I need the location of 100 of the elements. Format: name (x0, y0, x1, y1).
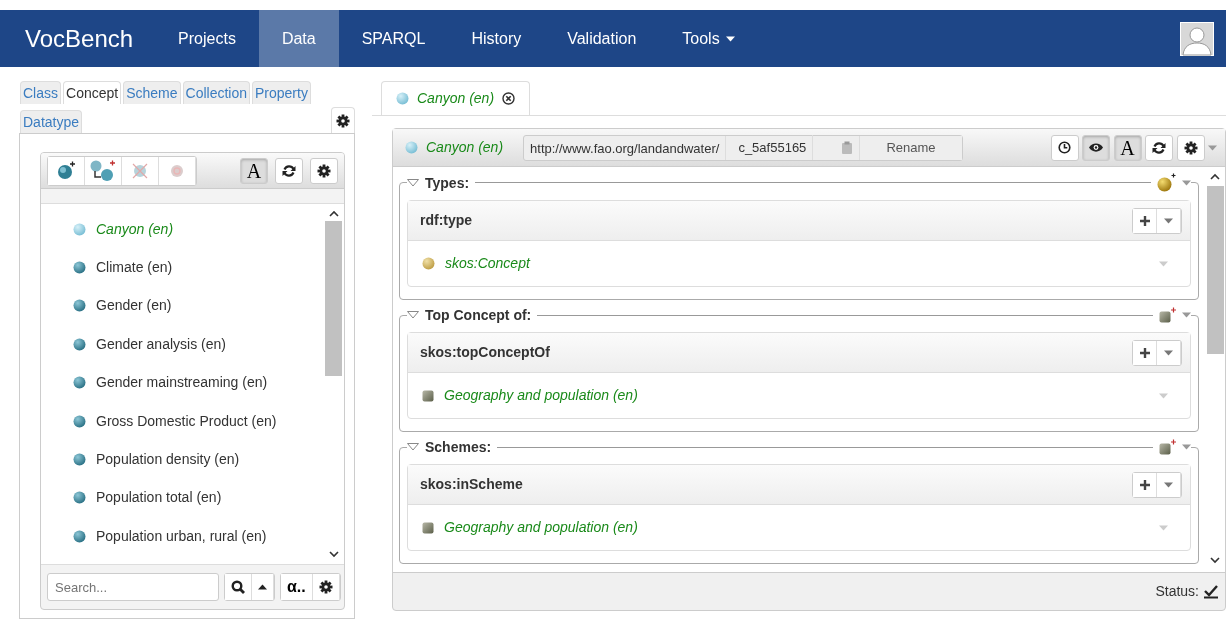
status-label: Status: (1155, 582, 1199, 601)
caret-icon (1182, 179, 1191, 186)
scheme-icon (422, 389, 434, 402)
refresh-button[interactable] (275, 157, 303, 184)
nav-tab[interactable]: History (448, 10, 545, 67)
caret-icon (1182, 312, 1191, 318)
property-name: skos:topConceptOf (420, 343, 550, 362)
nav-tab[interactable]: Tools (659, 10, 758, 67)
settings-tab[interactable] (331, 107, 355, 133)
caret-icon (1164, 481, 1173, 488)
tree-item[interactable]: Population density (en) (73, 440, 323, 479)
add-class-icon[interactable] (1157, 173, 1176, 192)
concept-icon (73, 337, 86, 351)
language-toggle[interactable]: A (240, 157, 268, 184)
nav-tab[interactable]: SPARQL (338, 10, 449, 67)
value-label: Geography and population (en) (444, 386, 638, 405)
search-field[interactable]: Search... (47, 573, 219, 601)
avatar-icon[interactable] (1180, 21, 1214, 56)
panel-tab[interactable]: Collection (182, 81, 250, 104)
tree-item[interactable]: Climate (en) (73, 248, 323, 287)
delete-concept-icon (131, 161, 149, 180)
inferred-toggle[interactable] (1082, 134, 1110, 161)
refresh-icon (282, 163, 296, 178)
add-concept-icon (56, 161, 76, 180)
collapse-icon (407, 443, 419, 451)
scroll-down-icon (1210, 557, 1220, 564)
property-name: rdf:type (420, 211, 473, 230)
add-scheme-icon[interactable] (1159, 306, 1176, 324)
nav-tab[interactable]: Validation (544, 10, 660, 67)
deprecate-icon (170, 163, 184, 178)
collapse-icon (407, 311, 419, 319)
refresh-button[interactable] (1145, 134, 1173, 161)
status-check-icon (1203, 584, 1219, 599)
concept-icon (73, 299, 86, 313)
scroll-down-icon (328, 551, 339, 558)
scroll-up-icon (1210, 173, 1220, 180)
caret-icon (1159, 524, 1168, 531)
tree-item[interactable]: Canyon (en) (73, 210, 323, 249)
caret-icon (1164, 349, 1173, 356)
panel-tab[interactable]: Datatype (20, 110, 83, 133)
add-value-button[interactable] (1133, 208, 1157, 233)
concept-icon (73, 261, 86, 275)
concept-icon (73, 453, 86, 467)
settings-button[interactable] (1176, 134, 1205, 161)
nav-tab[interactable]: Projects (155, 10, 259, 67)
settings-button[interactable] (310, 157, 338, 184)
value-label: skos:Concept (445, 254, 530, 273)
section-title: Schemes: (425, 438, 492, 456)
language-toggle[interactable]: A (1113, 134, 1142, 161)
add-narrower-icon (90, 159, 116, 182)
concept-icon (73, 222, 86, 236)
concept-icon (73, 529, 86, 543)
search-button[interactable] (225, 574, 252, 600)
settings-icon (336, 114, 350, 129)
clock-icon (1058, 141, 1071, 154)
uri-field[interactable]: http://www.fao.org/landandwater/ c_5af55165 Rename (523, 134, 963, 161)
scroll-up-icon (328, 210, 339, 217)
history-button[interactable] (1050, 134, 1079, 161)
property-name: skos:inScheme (420, 475, 523, 494)
eye-icon (1088, 142, 1104, 153)
plus-icon (1138, 346, 1151, 359)
caret-icon (1182, 444, 1191, 450)
settings-icon (1183, 140, 1198, 155)
caret-icon (1159, 260, 1168, 267)
tree-item[interactable]: Gender mainstreaming (en) (73, 363, 323, 402)
sort-button[interactable]: α.. (281, 574, 313, 600)
concept-icon (73, 414, 86, 428)
concept-icon (73, 491, 86, 505)
concept-icon (73, 376, 86, 390)
panel-tab[interactable]: Scheme (123, 81, 181, 104)
editor-tab[interactable]: Canyon (en) (381, 81, 531, 115)
panel-tab[interactable]: Class (20, 81, 61, 104)
section-title: Top Concept of: (425, 306, 532, 324)
add-value-button[interactable] (1133, 340, 1157, 365)
toolbar-button[interactable] (48, 156, 85, 185)
search-icon (231, 580, 245, 594)
collapse-icon (407, 178, 419, 187)
tree-item[interactable]: Gender analysis (en) (73, 325, 323, 364)
section-title: Types: (425, 173, 470, 192)
settings-icon (318, 580, 333, 594)
value-label: Geography and population (en) (444, 518, 638, 537)
caret-icon (1208, 144, 1217, 151)
clipboard-icon (841, 140, 854, 155)
scheme-icon (422, 521, 434, 534)
tree-item[interactable]: Population total (en) (73, 478, 323, 518)
plus-icon (1138, 214, 1151, 227)
plus-icon (1138, 478, 1151, 491)
close-icon (502, 92, 516, 105)
nav-tab[interactable]: Data (258, 10, 339, 67)
tree-item[interactable]: Population urban, rural (en) (73, 517, 323, 556)
add-value-button[interactable] (1133, 472, 1157, 497)
tree-item[interactable]: Gender (en) (73, 286, 323, 326)
tree-item[interactable]: Gross Domestic Product (en) (73, 401, 323, 441)
caret-icon (1159, 392, 1168, 399)
app-logo: VocBench (25, 23, 134, 54)
add-scheme-icon[interactable] (1159, 438, 1176, 456)
local-name: c_5af55165 (732, 134, 814, 161)
panel-tab[interactable]: Property (252, 81, 311, 104)
caret-up-icon (258, 584, 267, 590)
panel-tab[interactable]: Concept (63, 81, 122, 104)
